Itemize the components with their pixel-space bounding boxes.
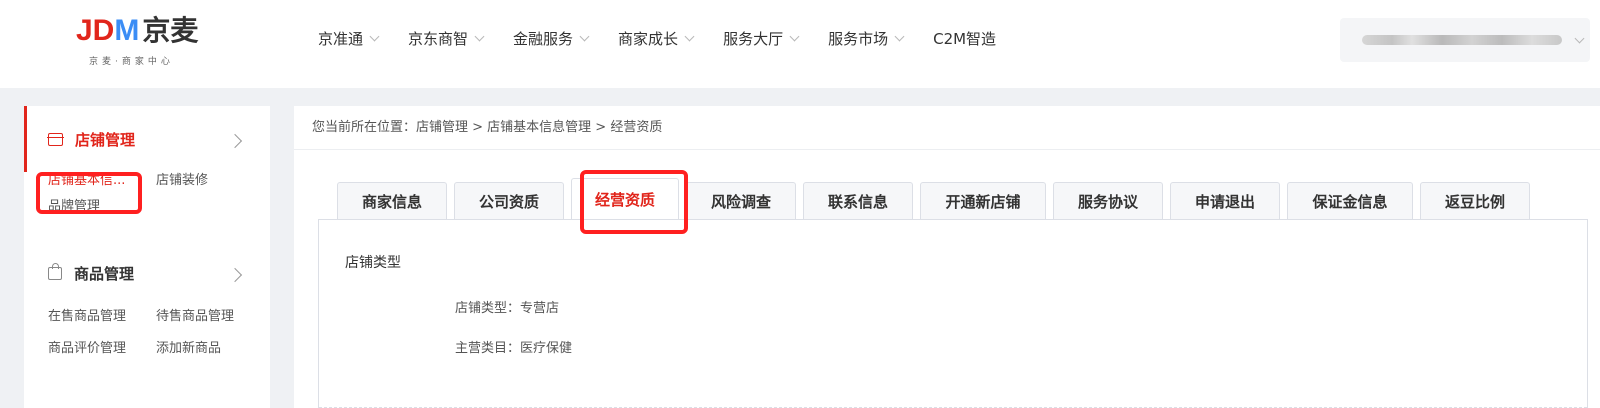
nav-item-service-market[interactable]: 服务市场 — [828, 28, 905, 49]
main-panel: 您当前所在位置：店铺管理 > 店铺基本信息管理 > 经营资质 商家信息 公司资质… — [294, 106, 1600, 408]
chevron-down-icon — [684, 31, 695, 41]
sidebar-group-label: 店铺管理 — [75, 130, 136, 149]
sidebar-link-pending-products[interactable]: 待售商品管理 — [156, 305, 234, 324]
tab-company-qualification[interactable]: 公司资质 — [454, 182, 564, 220]
jd-logo[interactable]: JDM 京麦 京麦·商家中心 — [76, 14, 226, 72]
nav-item-c2m[interactable]: C2M智造 — [933, 28, 996, 49]
tab-risk-survey[interactable]: 风险调查 — [686, 182, 796, 220]
tab-contact-info[interactable]: 联系信息 — [803, 182, 913, 220]
tab-bean-rebate-ratio[interactable]: 返豆比例 — [1420, 182, 1530, 220]
tab-deposit-info[interactable]: 保证金信息 — [1287, 182, 1413, 220]
logo-subtitle: 京麦·商家中心 — [89, 57, 174, 67]
sidebar-link-on-sale-products[interactable]: 在售商品管理 — [48, 305, 156, 324]
account-dropdown[interactable] — [1340, 18, 1590, 62]
shopping-bag-icon — [48, 262, 62, 280]
sidebar-link-brand-management[interactable]: 品牌管理 — [48, 195, 158, 214]
chevron-down-icon — [1574, 33, 1585, 43]
breadcrumb: 您当前所在位置：店铺管理 > 店铺基本信息管理 > 经营资质 — [294, 106, 1600, 150]
nav-label: C2M智造 — [933, 29, 997, 48]
nav-item-service-hall[interactable]: 服务大厅 — [723, 28, 800, 49]
sidebar-link-add-product[interactable]: 添加新商品 — [156, 337, 221, 356]
logo-cn-text: 京麦 — [142, 14, 199, 47]
sidebar-group-store-management[interactable]: 店铺管理 — [24, 106, 270, 172]
nav-label: 京东商智 — [408, 29, 469, 48]
nav-item-shangzhi[interactable]: 京东商智 — [408, 28, 485, 49]
nav-item-finance[interactable]: 金融服务 — [513, 28, 590, 49]
chevron-right-icon — [227, 267, 243, 283]
tab-apply-exit[interactable]: 申请退出 — [1170, 182, 1280, 220]
tab-merchant-info[interactable]: 商家信息 — [337, 182, 447, 220]
nav-label: 服务大厅 — [723, 29, 784, 48]
sidebar-links-product: 在售商品管理 待售商品管理 商品评价管理 添加新商品 — [24, 298, 270, 362]
top-header: JDM 京麦 京麦·商家中心 京准通 京东商智 金融服务 商家成长 服务大厅 服务… — [0, 0, 1600, 88]
nav-item-growth[interactable]: 商家成长 — [618, 28, 695, 49]
sidebar-link-product-reviews[interactable]: 商品评价管理 — [48, 337, 156, 356]
nav-label: 京准通 — [318, 29, 364, 48]
nav-label: 服务市场 — [828, 29, 889, 48]
logo-m-text: M — [114, 14, 140, 47]
logo-jd-text: JD — [76, 14, 115, 47]
chevron-down-icon — [474, 31, 485, 41]
tab-bar: 商家信息 公司资质 经营资质 风险调查 联系信息 开通新店铺 服务协议 申请退出… — [337, 176, 1537, 220]
field-store-type: 店铺类型：专营店 — [455, 301, 560, 316]
chevron-down-icon — [369, 31, 380, 41]
nav-item-jingzhuntong[interactable]: 京准通 — [318, 28, 380, 49]
sidebar-group-label: 商品管理 — [74, 264, 135, 283]
top-nav: 京准通 京东商智 金融服务 商家成长 服务大厅 服务市场 C2M智造 — [318, 26, 1026, 50]
shop-icon — [47, 132, 64, 146]
sidebar: 店铺管理 店铺基本信... 店铺装修 品牌管理 商品管理 在售商品管理 待售商品… — [24, 106, 270, 408]
section-title: 店铺类型 — [345, 255, 401, 271]
field-main-category: 主营类目：医疗保健 — [455, 341, 573, 356]
tab-open-new-store[interactable]: 开通新店铺 — [920, 182, 1046, 220]
nav-label: 金融服务 — [513, 29, 574, 48]
tab-business-qualification[interactable]: 经营资质 — [571, 178, 679, 220]
nav-label: 商家成长 — [618, 29, 679, 48]
tab-content: 店铺类型 店铺类型：专营店 主营类目：医疗保健 — [318, 219, 1588, 408]
chevron-down-icon — [789, 31, 800, 41]
chevron-down-icon — [579, 31, 590, 41]
chevron-down-icon — [894, 31, 905, 41]
tab-service-agreement[interactable]: 服务协议 — [1053, 182, 1163, 220]
chevron-right-icon — [227, 133, 243, 149]
blurred-account-name — [1362, 35, 1562, 45]
sidebar-group-product-management[interactable]: 商品管理 — [24, 240, 270, 306]
